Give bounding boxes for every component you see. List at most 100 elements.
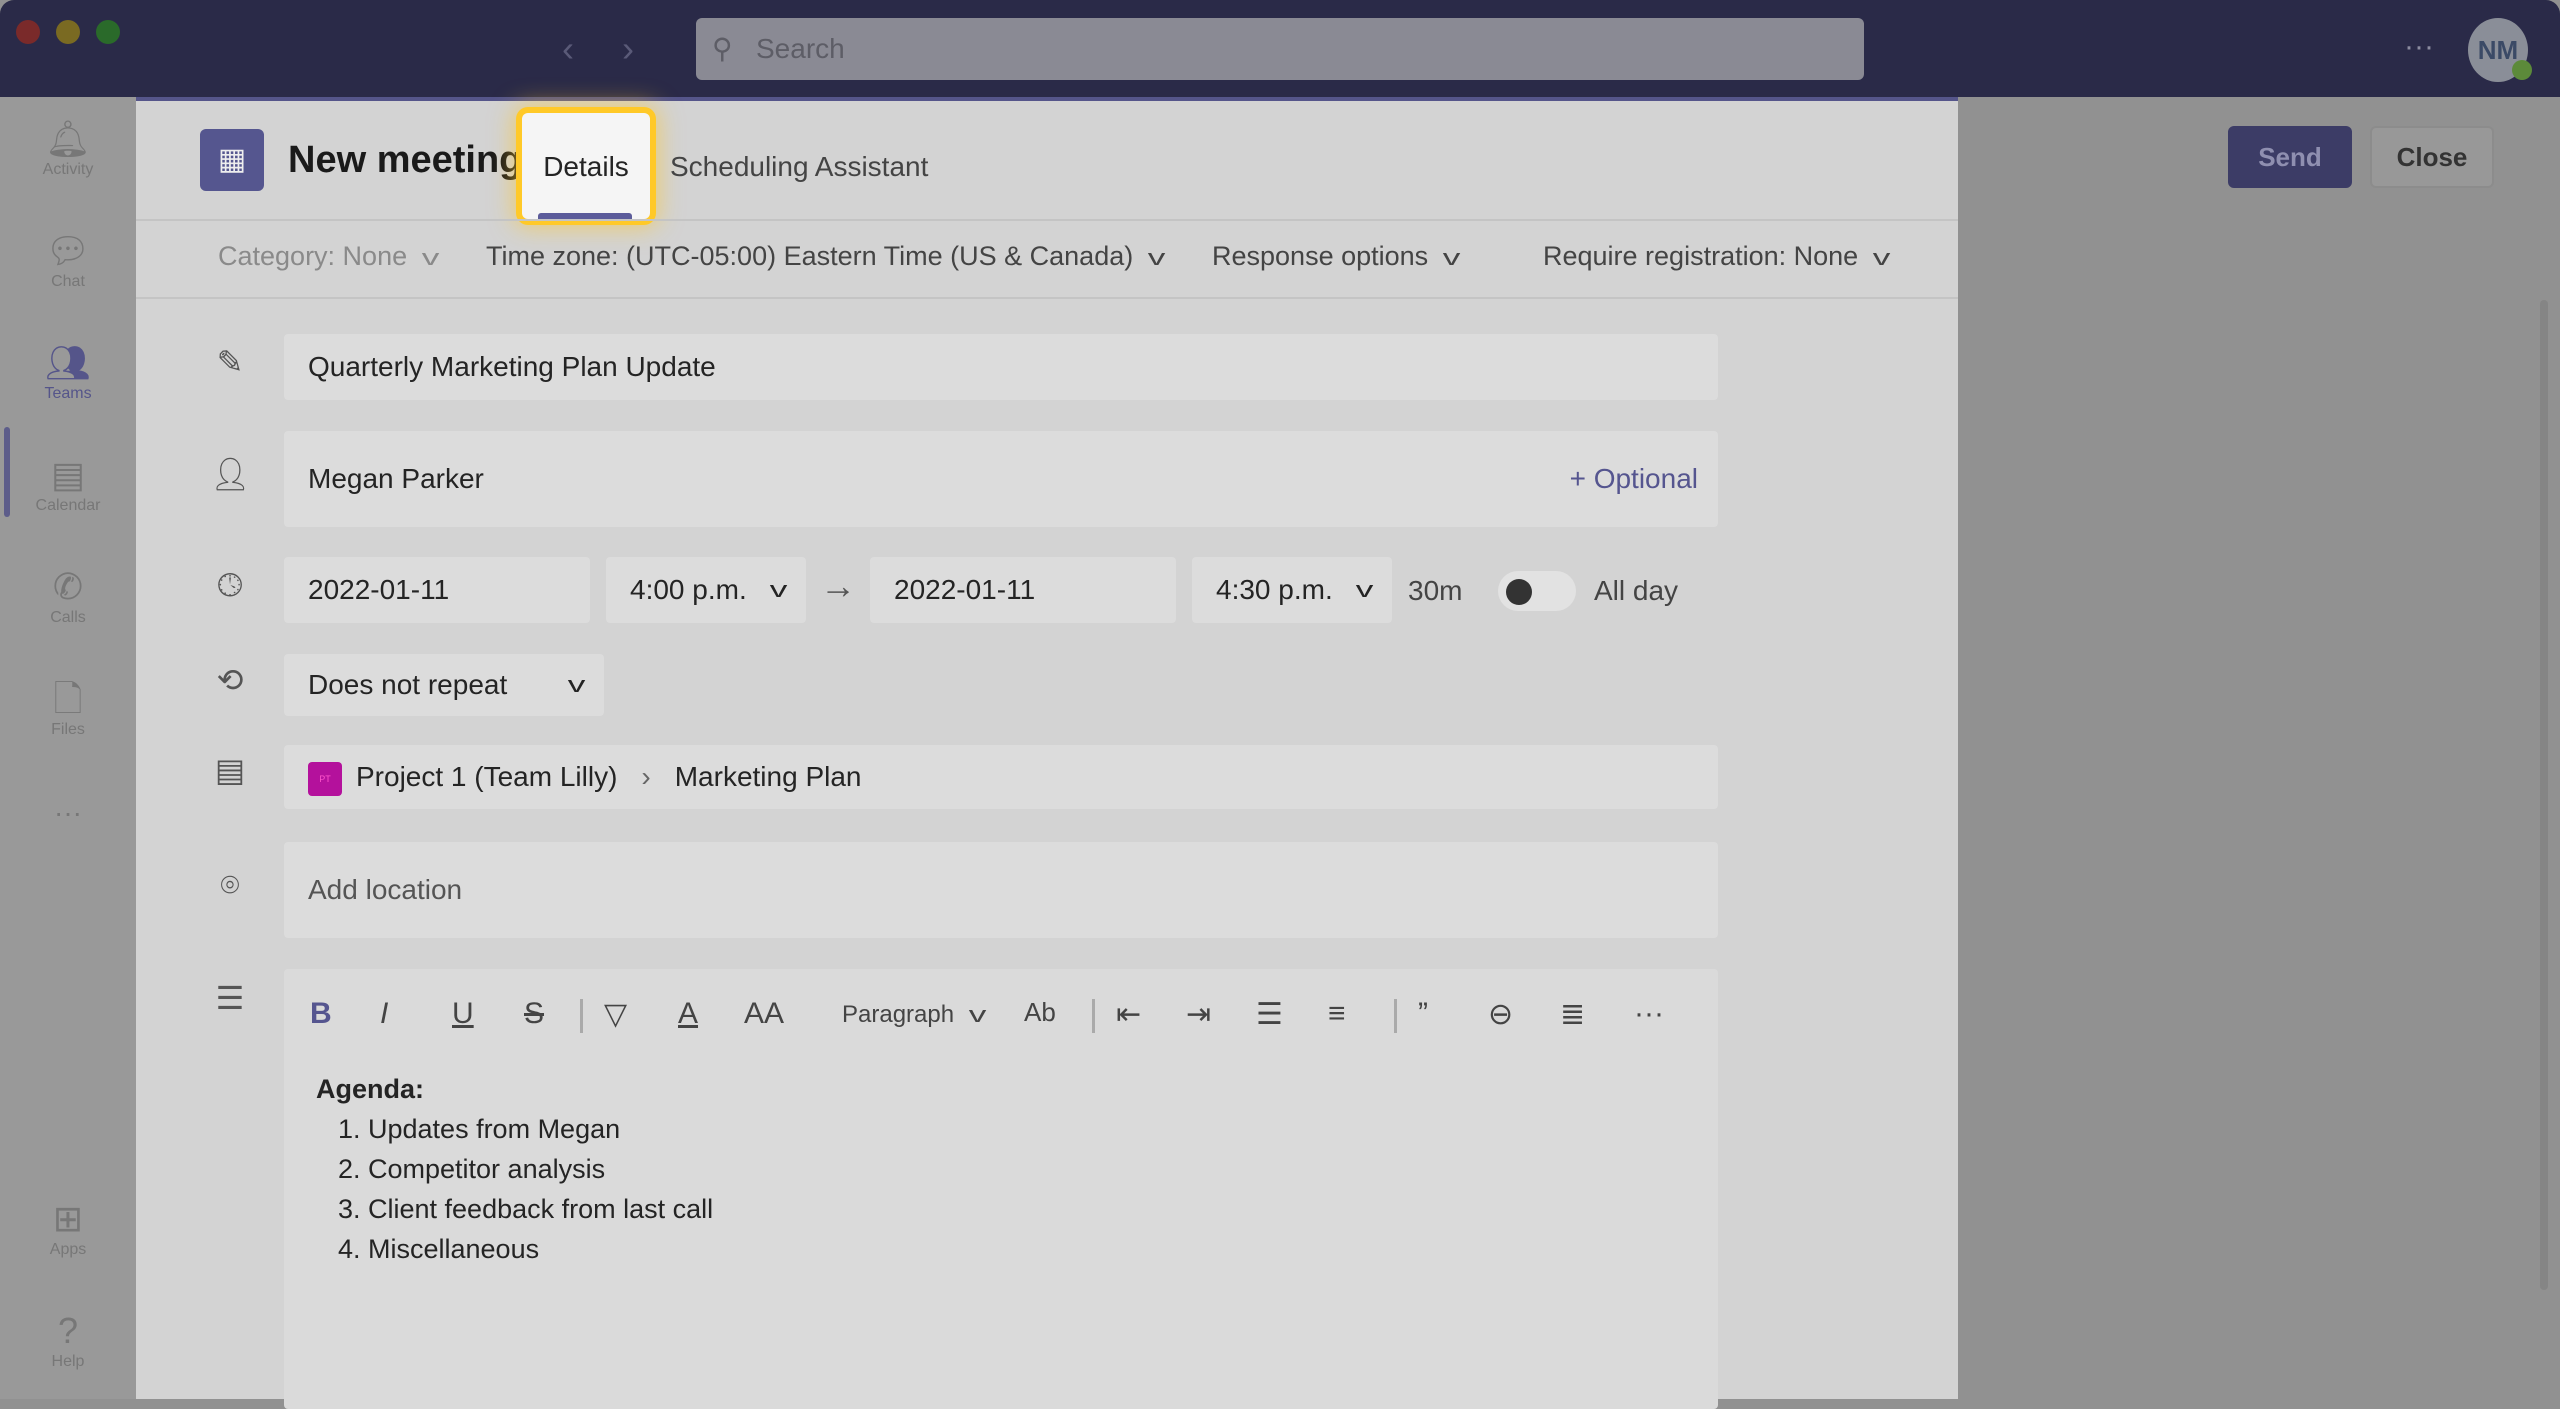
optional-attendees-link[interactable]: + Optional — [1570, 431, 1698, 527]
tab-details[interactable]: Details — [522, 113, 650, 219]
increase-indent-icon[interactable]: ⇥ — [1186, 997, 1211, 1032]
phone-icon: ✆ — [52, 566, 84, 607]
list-item: Competitor analysis — [368, 1149, 713, 1189]
chevron-down-icon: v — [1355, 577, 1374, 602]
bell-icon: 🔔︎ — [45, 118, 91, 159]
divider — [1092, 999, 1095, 1033]
title-input[interactable]: Quarterly Marketing Plan Update — [284, 334, 1718, 400]
chevron-down-icon: v — [1147, 245, 1166, 270]
paragraph-dropdown[interactable]: Paragraph v — [842, 1001, 986, 1029]
registration-dropdown[interactable]: Require registration: None v — [1543, 241, 1890, 272]
scrollbar[interactable] — [2540, 300, 2548, 1290]
arrow-right-icon: → — [820, 565, 856, 606]
sidebar-item-files[interactable]: 🗋 Files — [0, 677, 136, 739]
sidebar-item-help[interactable]: ? Help — [0, 1309, 136, 1371]
minimize-window-button[interactable] — [56, 20, 80, 44]
chevron-down-icon: v — [968, 1002, 987, 1027]
quote-icon[interactable]: ” — [1418, 997, 1428, 1031]
timezone-dropdown[interactable]: Time zone: (UTC-05:00) Eastern Time (US … — [486, 241, 1166, 272]
calendar-icon: ▤ — [50, 454, 85, 495]
bold-icon[interactable]: B — [310, 997, 332, 1031]
clear-formatting-icon[interactable]: Ab — [1024, 997, 1056, 1028]
numbered-list-icon[interactable]: ≡ — [1328, 997, 1346, 1031]
location-icon: ⌾ — [220, 867, 240, 903]
agenda-heading: Agenda: — [316, 1074, 424, 1104]
teams-icon: 👥︎ — [45, 342, 91, 383]
add-person-icon: 👤︎ — [210, 456, 251, 492]
sidebar-item-calendar[interactable]: ▤ Calendar — [0, 453, 136, 515]
chevron-down-icon: v — [1442, 245, 1461, 270]
sidebar-item-activity[interactable]: 🔔︎ Activity — [0, 117, 136, 179]
details-list-icon: ☰ — [215, 980, 245, 1016]
send-button[interactable]: Send — [2228, 126, 2352, 188]
search-icon: ⚲ — [712, 33, 733, 64]
file-icon: 🗋 — [53, 678, 83, 719]
duration-label: 30m — [1408, 575, 1463, 606]
pencil-icon: ✎ — [216, 344, 244, 380]
repeat-icon: ⟲ — [216, 662, 244, 698]
link-icon[interactable]: ⊖ — [1488, 997, 1513, 1032]
team-badge: PT — [308, 761, 342, 796]
editor-content[interactable]: Agenda: Updates from Megan Competitor an… — [316, 1069, 713, 1269]
sidebar-item-more[interactable]: ··· — [0, 797, 136, 829]
close-window-button[interactable] — [16, 20, 40, 44]
forward-icon[interactable]: › — [622, 28, 634, 70]
divider — [136, 219, 1958, 221]
list-item: Miscellaneous — [368, 1229, 713, 1269]
back-icon[interactable]: ‹ — [562, 28, 574, 70]
decrease-indent-icon[interactable]: ⇤ — [1116, 997, 1141, 1032]
agenda-list: Updates from Megan Competitor analysis C… — [368, 1109, 713, 1269]
chevron-right-icon: › — [641, 761, 651, 792]
meeting-details-editor[interactable]: B I U S ▽ A AA Paragraph v Ab ⇤ ⇥ ☰ ≡ ” ⊖… — [284, 969, 1718, 1409]
align-icon[interactable]: ≣ — [1560, 997, 1585, 1032]
chevron-down-icon: v — [421, 245, 440, 270]
more-formatting-icon[interactable]: ··· — [1634, 997, 1664, 1031]
list-item: Client feedback from last call — [368, 1189, 713, 1229]
all-day-label: All day — [1594, 575, 1679, 606]
divider — [1394, 999, 1397, 1033]
repeat-select[interactable]: Does not repeat v — [284, 654, 604, 716]
close-button[interactable]: Close — [2370, 126, 2494, 188]
chevron-down-icon: v — [567, 672, 586, 697]
end-date-input[interactable]: 2022-01-11 — [870, 557, 1176, 623]
font-size-icon[interactable]: AA — [744, 997, 784, 1031]
response-options-dropdown[interactable]: Response options v — [1212, 241, 1460, 272]
more-options-icon[interactable]: ··· — [2404, 30, 2434, 64]
clock-icon: 🕓︎ — [217, 567, 243, 603]
font-color-icon[interactable]: A — [678, 997, 698, 1031]
chevron-down-icon: v — [1872, 245, 1891, 270]
start-date-input[interactable]: 2022-01-11 — [284, 557, 590, 623]
sidebar-item-apps[interactable]: ⊞ Apps — [0, 1197, 136, 1259]
italic-icon[interactable]: I — [380, 997, 388, 1031]
sidebar-item-teams[interactable]: 👥︎ Teams — [0, 341, 136, 403]
bulleted-list-icon[interactable]: ☰ — [1256, 997, 1283, 1032]
divider — [580, 999, 583, 1033]
chevron-down-icon: v — [769, 577, 788, 602]
strikethrough-icon[interactable]: S — [524, 997, 544, 1031]
underline-icon[interactable]: U — [452, 997, 474, 1031]
divider — [136, 297, 1958, 299]
tab-scheduling-assistant[interactable]: Scheduling Assistant — [670, 151, 928, 183]
all-day-toggle[interactable] — [1498, 571, 1576, 611]
attendees-input[interactable]: Megan Parker + Optional — [284, 431, 1718, 527]
search-input[interactable]: ⚲ Search — [696, 18, 1864, 80]
location-input[interactable]: Add location — [284, 842, 1718, 938]
start-time-select[interactable]: 4:00 p.m. v — [606, 557, 806, 623]
channel-icon: ▤ — [214, 752, 246, 788]
list-item: Updates from Megan — [368, 1109, 713, 1149]
title-bar: ‹ › ⚲ Search ··· NM — [0, 0, 2560, 97]
end-time-select[interactable]: 4:30 p.m. v — [1192, 557, 1392, 623]
maximize-window-button[interactable] — [96, 20, 120, 44]
new-meeting-dialog: ▦ New meeting Details Scheduling Assista… — [136, 97, 1958, 1409]
chat-icon: 💬︎ — [45, 230, 91, 271]
category-dropdown[interactable]: Category: None v — [218, 241, 439, 272]
sidebar-item-chat[interactable]: 💬︎ Chat — [0, 229, 136, 291]
apps-icon: ⊞ — [52, 1198, 84, 1239]
presence-status-icon — [2512, 60, 2532, 80]
page-title: New meeting — [288, 139, 523, 181]
app-sidebar: 🔔︎ Activity 💬︎ Chat 👥︎ Teams ▤ Calendar ✆ Cal… — [0, 97, 136, 1399]
highlight-icon[interactable]: ▽ — [604, 997, 627, 1032]
help-icon: ? — [57, 1310, 79, 1351]
sidebar-item-calls[interactable]: ✆ Calls — [0, 565, 136, 627]
channel-select[interactable]: PT Project 1 (Team Lilly) › Marketing Plan — [284, 745, 1718, 809]
